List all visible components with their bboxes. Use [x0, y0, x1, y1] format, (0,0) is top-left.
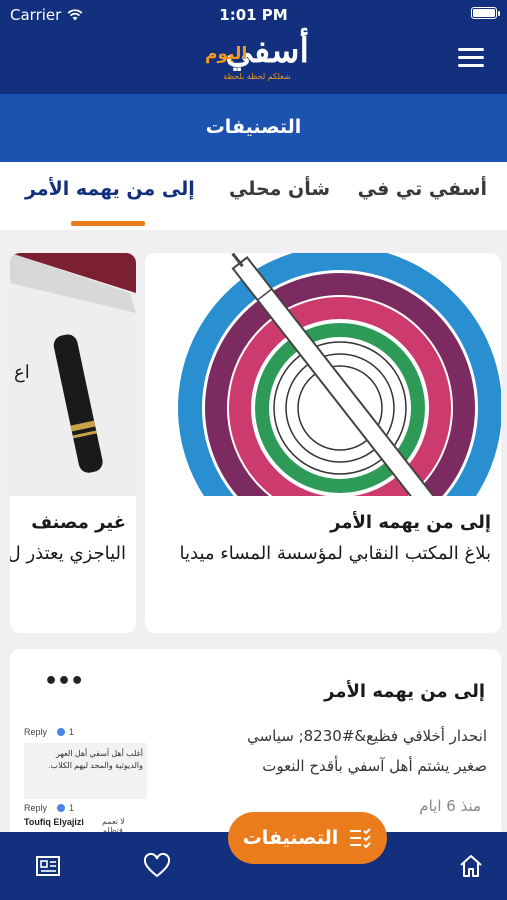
logo-accent-text: اليوم [205, 44, 248, 64]
article-category: إلى من يهمه الأمر [324, 681, 485, 702]
hamburger-menu-icon[interactable] [458, 48, 484, 68]
thumb-comment-text: أغلب أهل آسفي أهل العهر والديوثية والمحد… [24, 743, 147, 799]
thumb-author: Toufiq Elyajizi [24, 817, 84, 827]
home-icon[interactable] [457, 852, 485, 880]
featured-card-secondary-headline: الياجزي يعتذر ل [10, 543, 126, 564]
thumb-count: 1 [69, 727, 75, 737]
article-list-item[interactable]: ••• إلى من يهمه الأمر انحدار أخلاقي فظيع… [10, 649, 501, 839]
article-time: منذ 6 ايام [419, 797, 481, 815]
thumb-count-2: 1 [69, 803, 75, 813]
categories-button[interactable]: التصنيفات [228, 812, 387, 864]
article-thumbnail: Reply 1 أغلب أهل آسفي أهل العهر والديوثي… [24, 721, 147, 839]
newspaper-icon[interactable] [34, 852, 62, 880]
thumb-reply-label-2: Reply [24, 803, 48, 813]
tab-asfi-tv[interactable]: أسفي تي في [358, 178, 487, 200]
checklist-icon [350, 828, 371, 849]
tab-local-affairs[interactable]: شأن محلي [229, 178, 330, 200]
featured-card-secondary-category: غير مصنف [31, 512, 126, 533]
active-tab-indicator [71, 221, 145, 226]
featured-card-category: إلى من يهمه الأمر [330, 512, 491, 533]
featured-card-headline: بلاغ المكتب النقابي لمؤسسة المساء ميديا [179, 543, 491, 564]
categories-button-label: التصنيفات [242, 827, 339, 849]
status-time: 1:01 PM [219, 6, 288, 24]
thumb-badge-icon-2 [57, 804, 65, 812]
thumb-badge-icon [57, 728, 65, 736]
more-dots-icon[interactable]: ••• [44, 669, 84, 694]
tab-to-whom-it-may-concern[interactable]: إلى من يهمه الأمر [25, 178, 195, 200]
app-logo[interactable]: أسفي اليوم شعلكم لحظة بلحظة [203, 32, 311, 88]
featured-card-secondary[interactable]: اع غير مصنف الياجزي يعتذر ل [10, 253, 136, 633]
page-title-bar: التصنيفات [0, 94, 507, 162]
category-tabs: أسفي تي في شأن محلي إلى من يهمه الأمر [0, 162, 507, 230]
secondary-image-text: اع [14, 362, 30, 383]
heart-icon[interactable] [143, 852, 171, 880]
status-bar: Carrier 1:01 PM [0, 4, 507, 26]
featured-card-image [145, 253, 501, 496]
app-header: Carrier 1:01 PM أسفي اليوم شعلكم لحظة بل… [0, 0, 507, 94]
featured-card-secondary-image: اع [10, 253, 136, 496]
article-title: انحدار أخلاقي فظيع&#8230; سياسي صغير يشت… [247, 727, 487, 775]
logo-tagline: شعلكم لحظة بلحظة [223, 72, 291, 81]
battery-icon [471, 7, 500, 19]
page-title: التصنيفات [205, 116, 302, 138]
thumb-reply-label: Reply [24, 727, 48, 737]
featured-card[interactable]: إلى من يهمه الأمر بلاغ المكتب النقابي لم… [145, 253, 501, 633]
